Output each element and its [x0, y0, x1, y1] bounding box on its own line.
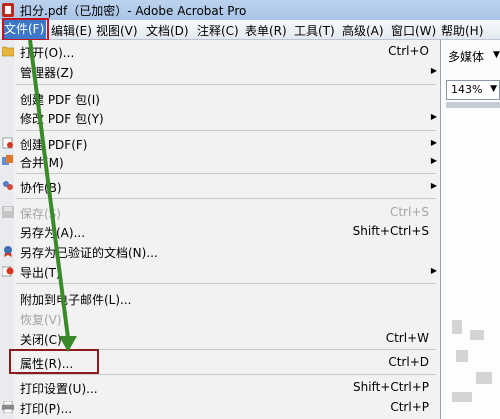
- menu-window[interactable]: 窗口(W): [391, 22, 436, 39]
- export-icon: [2, 266, 14, 277]
- chevron-down-icon: ▼: [493, 50, 500, 60]
- submenu-arrow-icon: ▶: [430, 138, 437, 147]
- menu-item-label: 关闭(C): [20, 333, 62, 347]
- submenu-arrow-icon: ▶: [430, 66, 437, 75]
- zoom-value: 143%: [451, 83, 483, 96]
- menu-item-print[interactable]: 打印(P)... Ctrl+P: [0, 397, 441, 417]
- menu-item-shortcut: Ctrl+P: [390, 400, 429, 414]
- menu-tools[interactable]: 工具(T): [294, 22, 335, 39]
- menu-item-label: 附加到电子邮件(L)...: [20, 293, 132, 307]
- menu-item-organizer[interactable]: 管理器(Z) ▶: [0, 61, 441, 81]
- menu-item-label: 打开(O)...: [20, 46, 75, 60]
- menu-item-open[interactable]: 打开(O)... Ctrl+O: [0, 41, 441, 61]
- menu-item-label: 管理器(Z): [20, 66, 74, 80]
- menu-separator: [16, 283, 436, 284]
- folder-icon: [2, 46, 14, 57]
- create-pdf-icon: [2, 137, 13, 149]
- menu-separator: [16, 173, 436, 174]
- menu-item-label: 打印设置(U)...: [20, 382, 98, 396]
- menu-edit[interactable]: 编辑(E): [51, 22, 92, 39]
- window-title: 扣分.pdf（已加密）- Adobe Acrobat Pro: [20, 4, 247, 18]
- printer-icon: [2, 401, 14, 413]
- pdf-icon: [2, 3, 14, 17]
- combine-icon: [2, 155, 13, 165]
- menu-item-create-pdf[interactable]: 创建 PDF(F) ▶: [0, 133, 441, 153]
- submenu-arrow-icon: ▶: [430, 156, 437, 165]
- menu-item-save-as[interactable]: 另存为(A)... Shift+Ctrl+S: [0, 221, 441, 241]
- menu-separator: [16, 84, 436, 85]
- submenu-arrow-icon: ▶: [430, 181, 437, 190]
- guide-arrowhead-icon: [59, 336, 77, 352]
- menu-view[interactable]: 视图(V): [96, 22, 138, 39]
- menu-document[interactable]: 文档(D): [146, 22, 189, 39]
- menu-item-label: 另存为已验证的文档(N)...: [20, 246, 158, 260]
- menu-item-shortcut: Shift+Ctrl+S: [352, 224, 429, 238]
- watermark-mark: [476, 372, 492, 384]
- menu-item-print-setup[interactable]: 打印设置(U)... Shift+Ctrl+P: [0, 377, 441, 397]
- menu-item-save[interactable]: 保存(S) Ctrl+S: [0, 202, 441, 222]
- menu-item-collaborate[interactable]: 协作(B) ▶: [0, 176, 441, 196]
- menu-item-shortcut: Shift+Ctrl+P: [353, 380, 429, 394]
- menu-separator: [16, 130, 436, 131]
- certified-icon: [4, 246, 12, 257]
- menu-item-modify-pdf-package[interactable]: 修改 PDF 包(Y) ▶: [0, 107, 441, 127]
- menu-advanced[interactable]: 高级(A): [342, 22, 384, 39]
- watermark-mark: [452, 320, 462, 334]
- menu-item-label: 修改 PDF 包(Y): [20, 112, 104, 126]
- watermark-mark: [470, 330, 484, 340]
- menu-item-label: 打印(P)...: [20, 402, 73, 416]
- menu-item-label: 保存(S): [20, 207, 61, 221]
- menu-item-attach-to-email[interactable]: 附加到电子邮件(L)...: [0, 288, 441, 308]
- watermark-mark: [456, 350, 468, 362]
- menu-item-shortcut: Ctrl+D: [388, 355, 429, 369]
- menu-help[interactable]: 帮助(H): [441, 22, 483, 39]
- menu-item-shortcut: Ctrl+O: [388, 44, 429, 58]
- document-page: [446, 110, 500, 419]
- menu-item-label: 合并(M): [20, 156, 64, 170]
- menu-item-revert[interactable]: 恢复(V): [0, 308, 441, 328]
- collaborate-icon: [3, 181, 13, 190]
- menu-item-export[interactable]: 导出(T) ▶: [0, 261, 441, 281]
- menu-bar: 文件(F) 编辑(E) 视图(V) 文档(D) 注释(C) 表单(R) 工具(T…: [0, 20, 500, 40]
- menu-item-combine[interactable]: 合并(M) ▶: [0, 151, 441, 171]
- file-menu-highlight-box: [2, 18, 49, 41]
- menu-item-label: 创建 PDF 包(I): [20, 93, 100, 107]
- menu-item-shortcut: Ctrl+W: [385, 331, 429, 345]
- menu-separator: [16, 374, 436, 375]
- menu-item-create-pdf-package[interactable]: 创建 PDF 包(I): [0, 88, 441, 108]
- menu-item-save-as-certified[interactable]: 另存为已验证的文档(N)...: [0, 241, 441, 261]
- menu-separator: [16, 198, 436, 199]
- submenu-arrow-icon: ▶: [430, 112, 437, 121]
- zoom-select[interactable]: 143% ▼: [446, 80, 500, 100]
- menu-forms[interactable]: 表单(R): [245, 22, 287, 39]
- menu-item-label: 另存为(A)...: [20, 226, 86, 240]
- watermark-mark: [452, 392, 472, 402]
- submenu-arrow-icon: ▶: [430, 266, 437, 275]
- multimedia-toolbar-button[interactable]: 多媒体: [448, 48, 484, 65]
- menu-item-label: 导出(T): [20, 266, 61, 280]
- menu-item-shortcut: Ctrl+S: [389, 205, 429, 219]
- menu-item-label: 恢复(V): [20, 313, 62, 327]
- ruler: [446, 102, 500, 108]
- chevron-down-icon: ▼: [490, 84, 497, 94]
- menu-comment[interactable]: 注释(C): [197, 22, 239, 39]
- properties-highlight-box: [9, 349, 99, 374]
- save-icon: [2, 206, 14, 218]
- menu-item-label: 协作(B): [20, 181, 62, 195]
- title-bar: 扣分.pdf（已加密）- Adobe Acrobat Pro: [0, 0, 500, 21]
